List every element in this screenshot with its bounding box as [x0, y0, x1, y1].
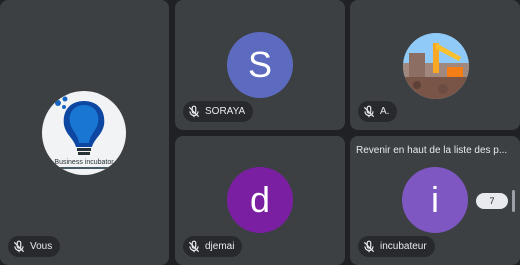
svg-text:Business incubator: Business incubator — [54, 159, 114, 166]
name-chip: djemai — [183, 236, 243, 257]
scrollbar-thumb[interactable] — [512, 190, 515, 212]
avatar: i — [402, 167, 468, 233]
avatar-initial: i — [431, 179, 439, 220]
mic-off-icon — [188, 105, 200, 117]
mic-off-icon — [13, 240, 25, 252]
avatar: d — [227, 167, 293, 233]
mic-off-icon — [188, 240, 200, 252]
avatar-initial: S — [247, 44, 272, 85]
participant-name: SORAYA — [205, 106, 246, 117]
back-to-top-banner[interactable]: Revenir en haut de la liste des p... — [356, 145, 512, 156]
business-incubator-logo: Business incubator — [42, 91, 126, 175]
participant-tile-you[interactable]: Business incubator Vous — [0, 0, 169, 265]
name-chip: A. — [358, 101, 398, 122]
avatar-initial: d — [249, 179, 271, 220]
avatar: S — [227, 32, 293, 98]
name-chip: incubateur — [358, 236, 435, 257]
name-chip: SORAYA — [183, 101, 254, 122]
participant-tile-soraya[interactable]: S SORAYA — [175, 0, 345, 130]
participant-name: incubateur — [380, 241, 427, 252]
mic-off-icon — [363, 105, 375, 117]
name-chip: Vous — [8, 236, 61, 257]
participant-name: A. — [380, 106, 390, 117]
participant-tile-incubateur[interactable]: Revenir en haut de la liste des p... i 7… — [350, 136, 520, 265]
participant-name: djemai — [205, 241, 235, 252]
participant-name: Vous — [30, 241, 53, 252]
participant-tile-djemai[interactable]: d djemai — [175, 136, 345, 265]
participant-tile-a[interactable]: A. — [350, 0, 520, 130]
more-participants-badge[interactable]: 7 — [476, 193, 508, 209]
avatar-photo — [403, 33, 469, 99]
mic-off-icon — [363, 240, 375, 252]
